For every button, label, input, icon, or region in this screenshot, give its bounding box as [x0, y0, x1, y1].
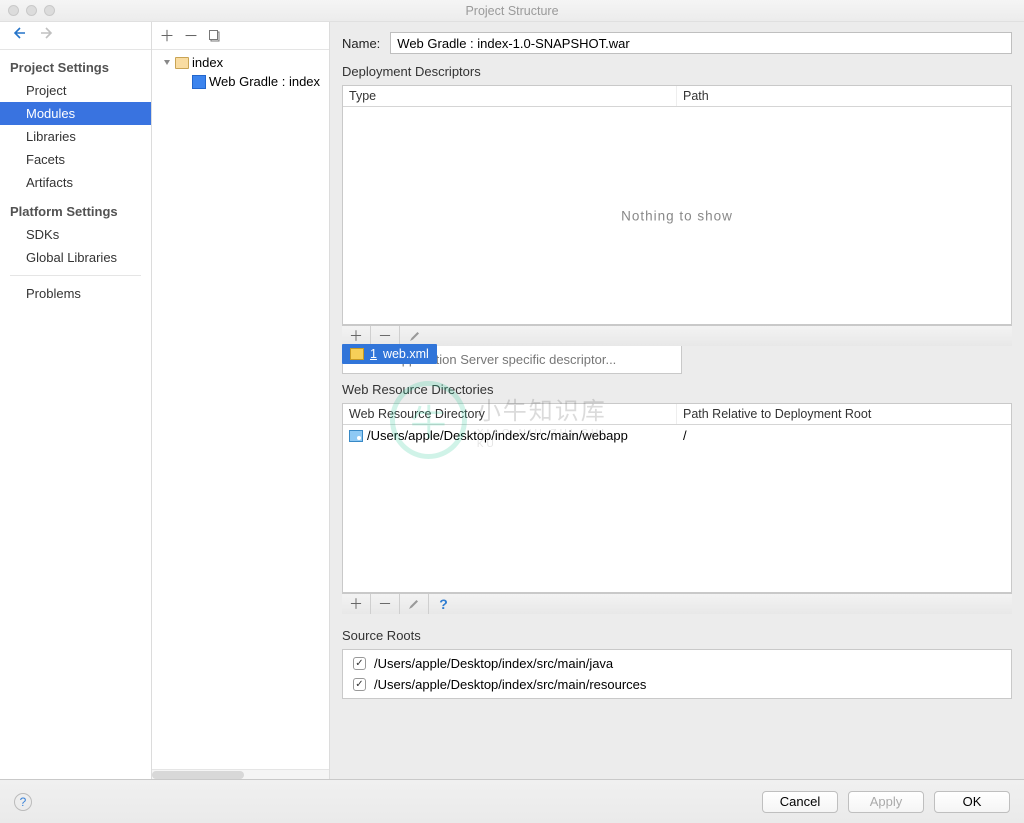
- web-xml-menu-item[interactable]: 1 web.xml: [342, 344, 437, 364]
- sidebar-item-problems[interactable]: Problems: [0, 282, 151, 305]
- window-title: Project Structure: [0, 4, 1024, 18]
- cancel-button[interactable]: Cancel: [762, 791, 838, 813]
- web-module-icon: [192, 75, 206, 89]
- close-window-icon[interactable]: [8, 5, 19, 16]
- sidebar-item-sdks[interactable]: SDKs: [0, 223, 151, 246]
- tree-toolbar: ＋ －: [152, 22, 329, 50]
- sidebar-item-libraries[interactable]: Libraries: [0, 125, 151, 148]
- back-arrow-icon[interactable]: [12, 26, 26, 45]
- name-label: Name:: [342, 36, 380, 51]
- col-web-dir[interactable]: Web Resource Directory: [343, 404, 677, 424]
- web-help-button[interactable]: ?: [429, 594, 458, 614]
- dep-desc-toolbar: ＋ －: [342, 325, 1012, 346]
- source-roots-label: Source Roots: [330, 626, 1024, 645]
- xml-file-icon: [350, 348, 364, 360]
- table-row[interactable]: /Users/apple/Desktop/index/src/main/weba…: [343, 425, 1011, 446]
- col-type[interactable]: Type: [343, 86, 677, 106]
- popup-label: web.xml: [383, 347, 429, 361]
- directory-icon: [349, 430, 363, 442]
- add-button[interactable]: ＋: [156, 25, 178, 47]
- web-res-toolbar: ＋ － ?: [342, 593, 1012, 614]
- maximize-window-icon[interactable]: [44, 5, 55, 16]
- titlebar: Project Structure: [0, 0, 1024, 22]
- checkbox[interactable]: ✓: [353, 657, 366, 670]
- source-root-row[interactable]: ✓ /Users/apple/Desktop/index/src/main/ja…: [343, 656, 1011, 671]
- remove-button[interactable]: －: [180, 25, 202, 47]
- name-input[interactable]: [390, 32, 1012, 54]
- apply-button: Apply: [848, 791, 924, 813]
- minimize-window-icon[interactable]: [26, 5, 37, 16]
- deployment-descriptors-label: Deployment Descriptors: [330, 62, 1024, 81]
- web-resource-dirs-label: Web Resource Directories: [330, 380, 1024, 399]
- module-tree-panel: ＋ － index Web Gradle : index: [152, 22, 330, 779]
- sidebar-item-modules[interactable]: Modules: [0, 102, 151, 125]
- source-roots-panel: ✓ /Users/apple/Desktop/index/src/main/ja…: [342, 649, 1012, 699]
- ok-button[interactable]: OK: [934, 791, 1010, 813]
- horizontal-scrollbar[interactable]: [152, 769, 329, 779]
- dep-remove-button[interactable]: －: [371, 326, 400, 346]
- footer: ? Cancel Apply OK: [0, 779, 1024, 823]
- deployment-descriptors-table: Type Path Nothing to show: [342, 85, 1012, 325]
- empty-message: Nothing to show: [343, 208, 1011, 223]
- sidebar-item-project[interactable]: Project: [0, 79, 151, 102]
- source-root-path: /Users/apple/Desktop/index/src/main/java: [374, 656, 613, 671]
- sidebar-nav: [0, 22, 151, 50]
- web-resource-table: Web Resource Directory Path Relative to …: [342, 403, 1012, 593]
- web-remove-button[interactable]: －: [371, 594, 400, 614]
- sidebar: Project Settings Project Modules Librari…: [0, 22, 152, 779]
- tree-child-label: Web Gradle : index: [209, 74, 320, 89]
- help-button[interactable]: ?: [14, 793, 32, 811]
- dep-edit-button[interactable]: [400, 326, 429, 346]
- web-edit-button[interactable]: [400, 594, 429, 614]
- folder-icon: [175, 57, 189, 69]
- col-path[interactable]: Path: [677, 86, 1011, 106]
- dep-add-button[interactable]: ＋: [342, 326, 371, 346]
- web-dir-value: /Users/apple/Desktop/index/src/main/weba…: [367, 428, 628, 443]
- sidebar-item-facets[interactable]: Facets: [0, 148, 151, 171]
- tree-root-label: index: [192, 55, 223, 70]
- module-tree: index Web Gradle : index: [152, 50, 329, 769]
- section-platform-settings: Platform Settings: [0, 194, 151, 223]
- tree-node-web[interactable]: Web Gradle : index: [152, 72, 329, 91]
- checkbox[interactable]: ✓: [353, 678, 366, 691]
- source-root-row[interactable]: ✓ /Users/apple/Desktop/index/src/main/re…: [343, 677, 1011, 692]
- web-add-button[interactable]: ＋: [342, 594, 371, 614]
- sidebar-item-artifacts[interactable]: Artifacts: [0, 171, 151, 194]
- popup-index: 1: [370, 347, 377, 361]
- section-project-settings: Project Settings: [0, 50, 151, 79]
- main-panel: Name: Deployment Descriptors Type Path N…: [330, 22, 1024, 779]
- tree-node-root[interactable]: index: [152, 53, 329, 72]
- copy-icon[interactable]: [204, 25, 226, 47]
- divider: [10, 275, 141, 276]
- expand-icon[interactable]: [164, 60, 170, 65]
- source-root-path: /Users/apple/Desktop/index/src/main/reso…: [374, 677, 646, 692]
- web-path-value: /: [683, 428, 687, 443]
- forward-arrow-icon[interactable]: [40, 26, 54, 45]
- sidebar-item-global-libraries[interactable]: Global Libraries: [0, 246, 151, 269]
- col-path-relative[interactable]: Path Relative to Deployment Root: [677, 404, 1011, 424]
